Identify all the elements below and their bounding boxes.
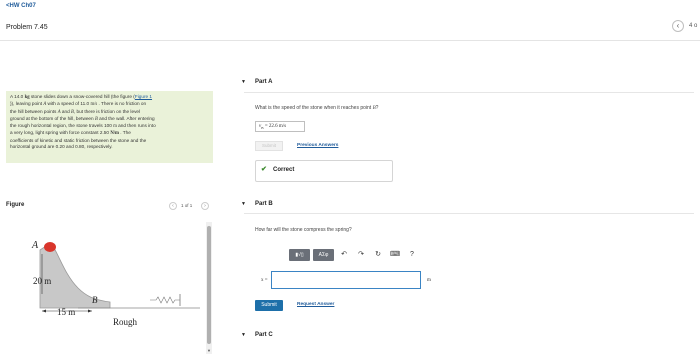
- problem-statement: A 14.0 kg stone slides down a snow-cover…: [6, 91, 213, 163]
- help-icon[interactable]: ?: [405, 249, 419, 261]
- part-a-question: What is the speed of the stone when it r…: [255, 105, 378, 111]
- problem-text-segment: the hill between points: [10, 108, 58, 114]
- problem-text: A 14.0 kg stone slides down a snow-cover…: [10, 94, 209, 150]
- part-a-toggle-icon[interactable]: ▼: [241, 79, 246, 85]
- keyboard-icon[interactable]: ⌨: [388, 249, 402, 261]
- correct-label: Correct: [273, 167, 295, 173]
- width-arrow-left-head: [42, 309, 46, 313]
- scroll-down-arrow[interactable]: ▼: [207, 348, 211, 353]
- problem-text-segment: A 14.0: [10, 94, 25, 99]
- problem-text-segment: ground at the bottom of the hill, betwee…: [10, 115, 95, 121]
- point-a-label: A: [31, 240, 39, 251]
- redo-icon[interactable]: ↷: [354, 249, 368, 261]
- problem-text-segment: and the wall. After entering: [97, 115, 155, 121]
- figure-count: 1 of 1: [181, 203, 193, 208]
- stone: [44, 242, 56, 252]
- undo-icon[interactable]: ↶: [337, 249, 351, 261]
- rough-label: Rough: [113, 317, 138, 327]
- problem-text-segment: with a speed of 11.0: [46, 101, 91, 107]
- point-b-label: B: [92, 295, 98, 305]
- problem-text-segment: and then runs into: [116, 123, 156, 129]
- problem-text-segment: )), leaving point: [10, 101, 44, 107]
- header-divider: [0, 40, 700, 41]
- unit-label: m: [427, 278, 431, 283]
- problem-text-segment: a very long, light spring with force con…: [10, 130, 111, 136]
- previous-problem-button[interactable]: ‹: [672, 20, 684, 32]
- problem-text-segment: horizontal ground are 0.20 and 0.80, res…: [10, 144, 113, 150]
- previous-answers-link[interactable]: Previous Answers: [297, 143, 338, 148]
- part-a-question-text: What is the speed of the stone when it r…: [255, 105, 373, 111]
- height-label: 20 m: [33, 276, 51, 286]
- problem-text-segment: the rough horizontal region, the stone t…: [10, 123, 114, 129]
- part-b-answer-input[interactable]: [271, 271, 421, 289]
- part-a-answer-display: vB = 22.6 m/s: [255, 121, 305, 132]
- templates-button[interactable]: ▮√▯: [289, 249, 310, 261]
- part-b-divider: [244, 213, 694, 214]
- reset-icon[interactable]: ↻: [371, 249, 385, 261]
- answer-prefix-label: x =: [261, 278, 268, 283]
- problem-text-segment: stone slides down a snow-covered hill (t…: [29, 94, 135, 99]
- part-c-title[interactable]: Part C: [255, 332, 273, 338]
- problem-text-segment: coefficients of kinetic and static frict…: [10, 137, 147, 143]
- answer-value: = 22.6: [263, 124, 279, 129]
- figure-heading: Figure: [6, 202, 25, 208]
- back-to-assignment-link[interactable]: <HW Ch07: [6, 3, 36, 9]
- part-b-submit-button[interactable]: Submit: [255, 300, 283, 311]
- figure-scrollbar-thumb[interactable]: [207, 226, 211, 344]
- part-b-toggle-icon[interactable]: ▼: [241, 201, 246, 207]
- part-a-divider: [244, 92, 694, 93]
- answer-unit: m/s: [278, 124, 287, 129]
- checkmark-icon: ✔: [261, 166, 267, 173]
- width-arrow-right-head: [88, 309, 92, 313]
- spring: [150, 296, 180, 304]
- spring-constant-unit: N/m: [110, 131, 119, 137]
- width-label: 15 m: [57, 307, 75, 317]
- problem-text-segment: . There is no friction on: [97, 101, 147, 107]
- part-a-title[interactable]: Part A: [255, 79, 272, 85]
- part-a-submit-button[interactable]: Submit: [255, 141, 283, 151]
- math-toolbar: ▮√▯ ΑΣφ ↶ ↷ ↻ ⌨ ?: [289, 248, 422, 262]
- top-bar: <HW Ch07: [0, 0, 700, 14]
- figure-link[interactable]: Figure 1: [135, 94, 152, 99]
- problem-text-segment: , but there is friction on the level: [73, 108, 141, 114]
- part-a-question-text: ?: [375, 105, 379, 111]
- part-b-question: How far will the stone compress the spri…: [255, 227, 352, 233]
- page-indicator: 4 o: [689, 23, 698, 29]
- hill-spring-figure: A 20 m B 15 m Rough: [31, 240, 200, 327]
- part-b-title[interactable]: Part B: [255, 201, 273, 207]
- request-answer-link[interactable]: Request Answer: [297, 302, 334, 307]
- greek-symbols-button[interactable]: ΑΣφ: [313, 249, 334, 261]
- figure-prev-button[interactable]: ‹: [169, 202, 177, 210]
- problem-text-segment: . The: [118, 130, 131, 136]
- figure-next-button[interactable]: ›: [201, 202, 209, 210]
- part-c-toggle-icon[interactable]: ▼: [241, 332, 246, 338]
- page-title: Problem 7.45: [6, 24, 48, 31]
- problem-text-segment: and: [60, 108, 72, 114]
